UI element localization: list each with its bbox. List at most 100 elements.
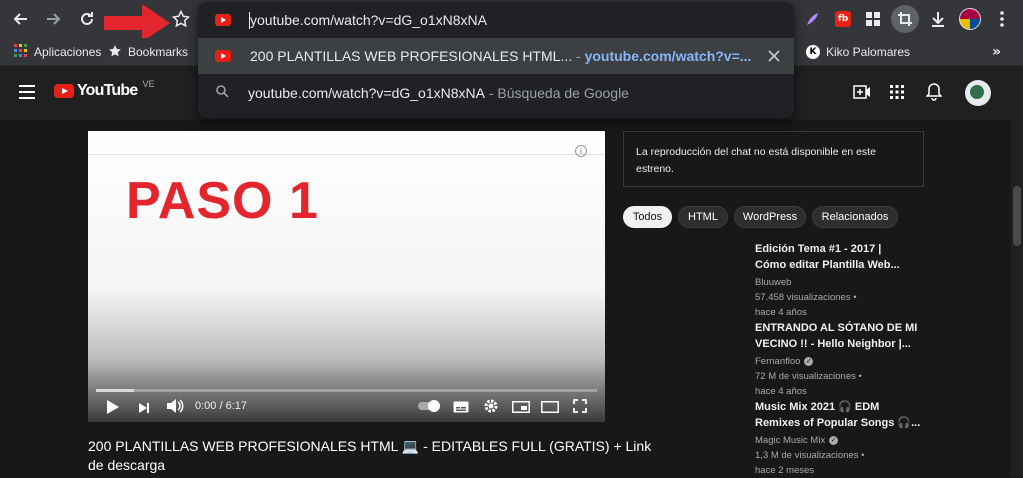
suggestion-separator: - [572, 48, 585, 64]
recommended-title-line2: Remixes of Popular Songs 🎧... [755, 417, 921, 429]
chat-replay-box: La reproducción del chat no está disponi… [623, 131, 924, 187]
bookmark-star-icon[interactable] [170, 8, 192, 30]
omnibox-suggestion-search[interactable]: youtube.com/watch?v=dG_o1xN8xNA - Búsque… [198, 75, 794, 111]
omnibox-input-row[interactable]: youtube.com/watch?v=dG_o1xN8xNA [198, 2, 794, 38]
youtube-play-logo-icon [54, 84, 74, 98]
bookmark-folder[interactable]: Bookmarks [108, 44, 188, 60]
recommended-video-1[interactable]: Edición Tema #1 - 2017 | Cómo editar Pla… [755, 241, 1005, 320]
video-info-icon: i [575, 145, 587, 157]
suggestion-engine: Búsqueda de Google [497, 85, 629, 101]
video-player[interactable]: i PASO 1 0:00 / 6:17 [88, 131, 605, 422]
kiko-logo-icon: K [806, 45, 820, 59]
reload-icon[interactable] [76, 8, 98, 30]
time-display: 0:00 / 6:17 [195, 400, 247, 412]
recommended-views-text: 1,3 M de visualizaciones [755, 450, 859, 461]
chip-relacionados[interactable]: Relacionados [812, 206, 898, 228]
chip-relacionados-label: Relacionados [821, 211, 889, 223]
star-icon [108, 44, 122, 61]
apps-grid-icon [14, 43, 28, 61]
youtube-favicon-icon [215, 50, 231, 62]
back-icon[interactable] [10, 8, 32, 30]
bookmark-profile[interactable]: K Kiko Palomares [806, 44, 910, 60]
play-icon[interactable] [106, 399, 120, 420]
user-avatar-icon[interactable] [965, 80, 991, 106]
miniplayer-icon[interactable] [512, 400, 530, 418]
suggestion-separator: - [484, 85, 498, 101]
progress-bar[interactable] [96, 389, 597, 392]
recommended-age: hace 4 años [755, 386, 807, 397]
recommended-channel[interactable]: Fernanfloo [755, 354, 800, 369]
create-video-icon[interactable] [853, 85, 871, 104]
video-title-line2: de descarga [88, 457, 166, 473]
page-scrollbar[interactable] [1011, 66, 1023, 477]
video-frame-browser-mock [88, 141, 605, 155]
recommended-views: 1,3 M de visualizaciones • [755, 450, 865, 461]
recommended-views: 57.458 visualizaciones • [755, 292, 857, 303]
chat-unavailable-message: La reproducción del chat no está disponi… [636, 146, 876, 175]
hamburger-menu-icon[interactable] [19, 85, 35, 104]
chip-wordpress[interactable]: WordPress [734, 206, 806, 228]
verified-check-icon: ✓ [829, 436, 839, 445]
recommended-views: 72 M de visualizaciones • [755, 371, 862, 382]
bookmark-folder-label: Bookmarks [128, 45, 189, 59]
recommended-title-line1: Music Mix 2021 🎧 EDM [755, 401, 880, 413]
crop-extension-icon[interactable] [891, 5, 919, 33]
video-title-line1: 200 PLANTILLAS WEB PROFESIONALES HTML 💻 … [88, 438, 652, 454]
grid-extension-icon[interactable] [862, 8, 884, 30]
omnibox-input[interactable]: youtube.com/watch?v=dG_o1xN8xNA [250, 12, 487, 28]
next-icon[interactable] [138, 401, 150, 419]
suggestion-url: youtube.com/watch?v=... [584, 48, 752, 64]
chip-html[interactable]: HTML [678, 206, 728, 228]
feather-extension-icon[interactable] [801, 8, 823, 30]
recommended-age: hace 2 meses [755, 465, 815, 476]
autoplay-toggle-icon[interactable] [418, 400, 440, 412]
forward-icon[interactable] [42, 8, 64, 30]
bookmark-profile-label: Kiko Palomares [826, 45, 911, 59]
youtube-logo[interactable]: YouTube VE [54, 79, 155, 100]
omnibox-suggestion-history[interactable]: 200 PLANTILLAS WEB PROFESIONALES HTML...… [198, 38, 794, 74]
recommended-channel[interactable]: Bluuweb [755, 275, 1005, 290]
scrollbar-thumb[interactable] [1013, 186, 1021, 246]
recommended-channel-row: Magic Music Mix ✓ [755, 433, 1005, 448]
settings-gear-icon[interactable] [483, 398, 499, 419]
profile-avatar-icon[interactable] [959, 8, 981, 30]
omnibox-dropdown: youtube.com/watch?v=dG_o1xN8xNA 200 PLAN… [198, 2, 794, 118]
download-icon[interactable] [927, 8, 949, 30]
recommended-video-3[interactable]: Music Mix 2021 🎧 EDM Remixes of Popular … [755, 399, 1005, 478]
remove-suggestion-close-icon[interactable] [768, 49, 780, 65]
chip-todos-label: Todos [632, 211, 663, 223]
youtube-logo-text: YouTube [77, 82, 138, 99]
chip-todos[interactable]: Todos [623, 206, 672, 228]
bookmarks-overflow-icon[interactable]: » [992, 44, 1001, 60]
recommended-video-2[interactable]: ENTRANDO AL SÓTANO DE MI VECINO !! - Hel… [755, 320, 1005, 399]
recommended-title-line2: Cómo editar Plantilla Web... [755, 259, 900, 271]
chip-wordpress-label: WordPress [742, 211, 798, 223]
suggestion-query: youtube.com/watch?v=dG_o1xN8xNA [248, 85, 485, 101]
volume-icon[interactable] [166, 398, 184, 419]
chip-html-label: HTML [688, 211, 718, 223]
fullscreen-icon[interactable] [573, 399, 587, 418]
theater-mode-icon[interactable] [541, 400, 559, 418]
progress-buffer [96, 389, 134, 392]
recommended-views-text: 72 M de visualizaciones [755, 371, 856, 382]
suggestion-title: 200 PLANTILLAS WEB PROFESIONALES HTML... [250, 48, 573, 64]
notifications-bell-icon[interactable] [925, 83, 943, 106]
recommended-title-line1: ENTRANDO AL SÓTANO DE MI [755, 322, 918, 334]
video-title: 200 PLANTILLAS WEB PROFESIONALES HTML 💻 … [88, 437, 652, 475]
more-menu-icon[interactable] [991, 8, 1013, 30]
fb-extension-icon[interactable]: fb [832, 8, 854, 30]
search-icon [216, 85, 229, 101]
subtitles-icon[interactable] [453, 400, 469, 418]
recommended-channel[interactable]: Magic Music Mix [755, 433, 825, 448]
recommended-age: hace 4 años [755, 307, 807, 318]
recommended-title-line2: VECINO !! - Hello Neighbor |... [755, 338, 911, 350]
bookmark-apps[interactable]: Aplicaciones [14, 43, 102, 61]
youtube-favicon-icon [215, 14, 231, 26]
country-code: VE [142, 79, 155, 89]
paso-overlay-text: PASO 1 [126, 172, 319, 230]
apps-icon[interactable] [890, 85, 904, 104]
recommended-channel-row: Fernanfloo ✓ [755, 354, 1005, 369]
recommended-title-line1: Edición Tema #1 - 2017 | [755, 243, 882, 255]
verified-check-icon: ✓ [804, 357, 814, 366]
bookmark-apps-label: Aplicaciones [34, 45, 102, 59]
